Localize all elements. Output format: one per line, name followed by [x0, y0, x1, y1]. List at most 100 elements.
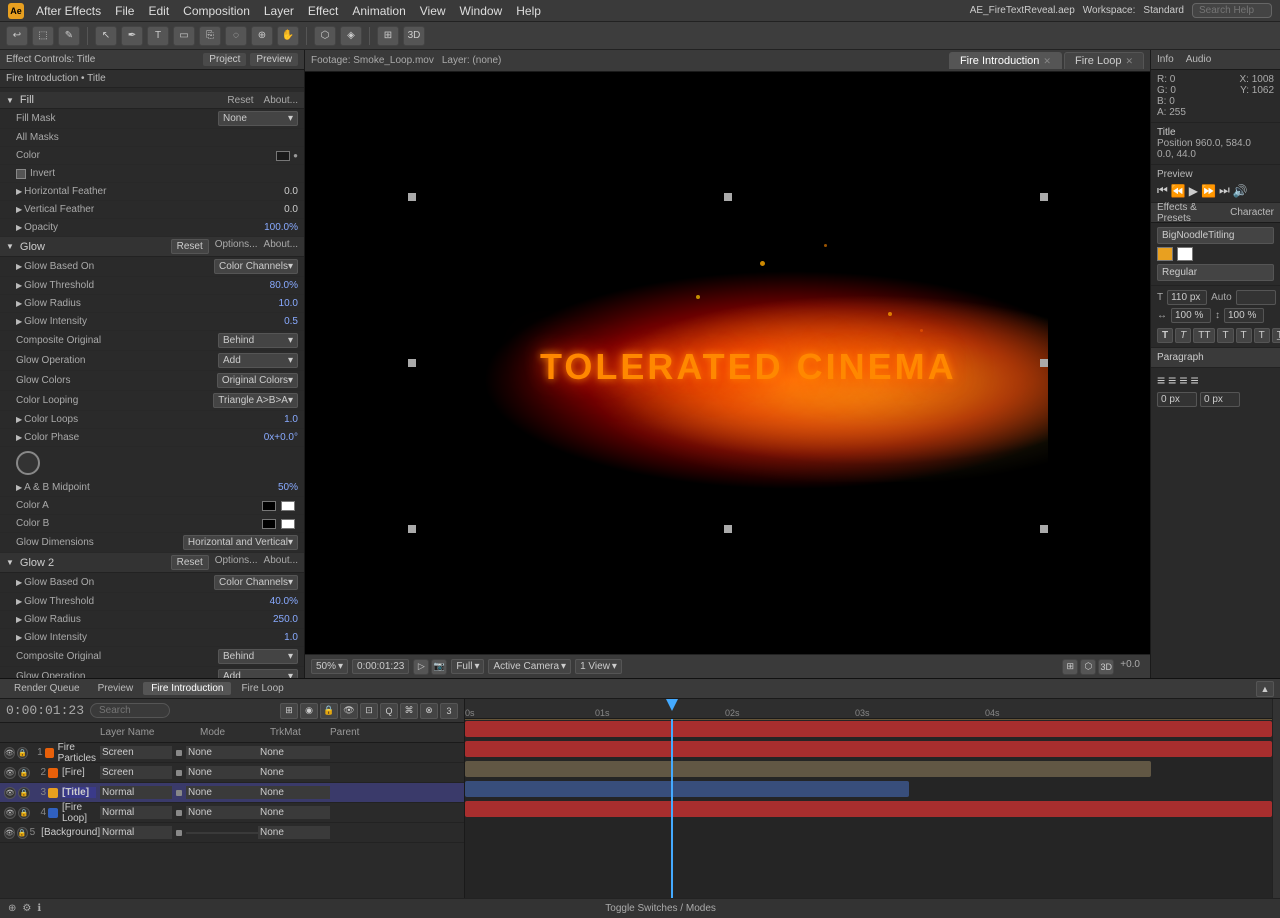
comp-tab-close-intro[interactable]: ✕ — [1043, 56, 1051, 67]
menu-help[interactable]: Help — [516, 4, 541, 18]
comp-tab-fire-loop[interactable]: Fire Loop ✕ — [1064, 52, 1144, 69]
vp-btn-ram[interactable]: ▷ — [413, 659, 429, 675]
layer-2-name[interactable]: [Fire] — [62, 767, 96, 778]
color-looping-dropdown[interactable]: Triangle A>B>A ▾ — [213, 393, 298, 408]
underline-btn[interactable]: T̲ — [1272, 328, 1280, 343]
glow-op-dropdown[interactable]: Add ▾ — [218, 353, 298, 368]
tab-render-queue[interactable]: Render Queue — [6, 682, 88, 695]
glow2-threshold-value[interactable]: 40.0% — [270, 596, 298, 607]
new-comp-btn[interactable]: ⊞ — [280, 703, 298, 719]
help-search[interactable] — [1192, 3, 1272, 18]
glow-intensity-value[interactable]: 0.5 — [284, 316, 298, 327]
timeline-scroll[interactable] — [1272, 699, 1280, 898]
track-3-bar[interactable] — [465, 761, 1151, 777]
font-size-input[interactable] — [1167, 290, 1207, 305]
glow-dim-dropdown[interactable]: Horizontal and Vertical ▾ — [183, 535, 298, 550]
layer-1-lock[interactable]: 🔒 — [17, 747, 28, 759]
handle-bc[interactable] — [724, 525, 732, 533]
handle-tr[interactable] — [1040, 193, 1048, 201]
super-btn[interactable]: T — [1236, 328, 1252, 343]
glow-reset-btn[interactable]: Reset — [171, 239, 209, 254]
color-loops-value[interactable]: 1.0 — [284, 414, 298, 425]
layer-1-eye[interactable]: 👁 — [4, 747, 15, 759]
handle-mr[interactable] — [1040, 359, 1048, 367]
home-icon[interactable]: ⊕ — [8, 903, 16, 914]
layer-4-parent[interactable]: None — [258, 806, 330, 819]
vert-scale-input[interactable] — [1224, 308, 1264, 323]
menu-edit[interactable]: Edit — [148, 4, 169, 18]
layer-5-lock[interactable]: 🔒 — [17, 827, 28, 839]
bold-btn[interactable]: T — [1157, 328, 1173, 343]
quality-dropdown[interactable]: Full ▾ — [451, 659, 484, 674]
align-left-btn[interactable]: ≡ — [1157, 372, 1165, 388]
glow-options-btn[interactable]: Options... — [215, 239, 258, 254]
tool-camera[interactable]: ⊕ — [251, 26, 273, 46]
vp-3d-btn[interactable]: 3D — [1098, 659, 1114, 675]
tool-btn-1[interactable]: ↩ — [6, 26, 28, 46]
layer-3-eye[interactable]: 👁 — [4, 787, 16, 799]
tool-text[interactable]: T — [147, 26, 169, 46]
handle-br[interactable] — [1040, 525, 1048, 533]
tracking-input[interactable] — [1236, 290, 1276, 305]
menu-view[interactable]: View — [420, 4, 446, 18]
ab-midpoint-value[interactable]: 50% — [278, 482, 298, 493]
snap-btn[interactable]: ⊞ — [377, 26, 399, 46]
paragraph-label[interactable]: Paragraph — [1157, 352, 1204, 363]
layer-5-name[interactable]: [Background] — [41, 827, 100, 838]
sub-btn[interactable]: T — [1254, 328, 1270, 343]
tab-fire-intro-tl[interactable]: Fire Introduction — [143, 682, 231, 695]
layer-3-trkmat[interactable]: None — [186, 786, 258, 799]
glow2-about-btn[interactable]: About... — [264, 555, 298, 570]
layer-1-parent[interactable]: None — [258, 746, 330, 759]
tool-mask[interactable]: ⬡ — [314, 26, 336, 46]
character-tab[interactable]: Character — [1230, 207, 1274, 218]
allcaps-btn[interactable]: TT — [1193, 328, 1215, 343]
menu-window[interactable]: Window — [460, 4, 503, 18]
menu-composition[interactable]: Composition — [183, 4, 250, 18]
menu-layer[interactable]: Layer — [264, 4, 294, 18]
layer-3-parent[interactable]: None — [258, 786, 330, 799]
h-feather-value[interactable]: 0.0 — [284, 186, 298, 197]
vp-grid-btn[interactable]: ⊞ — [1062, 659, 1078, 675]
glow-colors-dropdown[interactable]: Original Colors ▾ — [217, 373, 298, 388]
layer-2-lock[interactable]: 🔒 — [18, 767, 30, 779]
prev-last-btn[interactable]: ⏭ — [1219, 183, 1230, 198]
italic-btn[interactable]: T — [1175, 328, 1191, 343]
fill-reset-btn[interactable]: Reset — [227, 95, 253, 106]
fill-mask-dropdown[interactable]: None ▾ — [218, 111, 298, 126]
glow-radius-value[interactable]: 10.0 — [279, 298, 298, 309]
tl-expand-btn[interactable]: ▲ — [1256, 681, 1274, 697]
track-5-bar[interactable] — [465, 801, 1272, 817]
color-b-swatch[interactable] — [262, 519, 276, 529]
fill-section-header[interactable]: ▼ Fill Reset About... — [0, 92, 304, 109]
tool-btn-3[interactable]: ✎ — [58, 26, 80, 46]
glow2-reset-btn[interactable]: Reset — [171, 555, 209, 570]
layer-3-lock[interactable]: 🔒 — [18, 787, 30, 799]
indent-right-input[interactable] — [1200, 392, 1240, 407]
info-icon[interactable]: ℹ — [37, 903, 41, 914]
3d-layer-btn[interactable]: 3 — [440, 703, 458, 719]
glow-based-dropdown[interactable]: Color Channels ▾ — [214, 259, 298, 274]
tool-pen[interactable]: ✒ — [121, 26, 143, 46]
vp-mask-btn[interactable]: ⬡ — [1080, 659, 1096, 675]
layer-5-eye[interactable]: 👁 — [4, 827, 15, 839]
glow-section-header[interactable]: ▼ Glow Reset Options... About... — [0, 237, 304, 257]
menu-animation[interactable]: Animation — [352, 4, 405, 18]
timeline-right[interactable]: 0s 01s 02s 03s 04s — [465, 699, 1272, 898]
glow2-options-btn[interactable]: Options... — [215, 555, 258, 570]
layer-5-parent[interactable]: None — [258, 826, 330, 839]
layer-4-trkmat[interactable]: None — [186, 806, 258, 819]
tool-roto[interactable]: ◌ — [225, 26, 247, 46]
layer-3-name[interactable]: [Title] — [62, 787, 96, 798]
track-1-bar[interactable] — [465, 721, 1272, 737]
track-4-bar[interactable] — [465, 781, 909, 797]
zoom-dropdown[interactable]: 50% ▾ — [311, 659, 348, 674]
tool-shape[interactable]: ▭ — [173, 26, 195, 46]
vp-btn-snapshot[interactable]: 📷 — [431, 659, 447, 675]
layer-1-mode[interactable]: Screen — [100, 746, 172, 759]
v-feather-value[interactable]: 0.0 — [284, 204, 298, 215]
3d-btn[interactable]: 3D — [403, 26, 425, 46]
view-dropdown[interactable]: 1 View ▾ — [575, 659, 622, 674]
glow2-intensity-value[interactable]: 1.0 — [284, 632, 298, 643]
menu-items[interactable]: After Effects File Edit Composition Laye… — [36, 4, 541, 18]
